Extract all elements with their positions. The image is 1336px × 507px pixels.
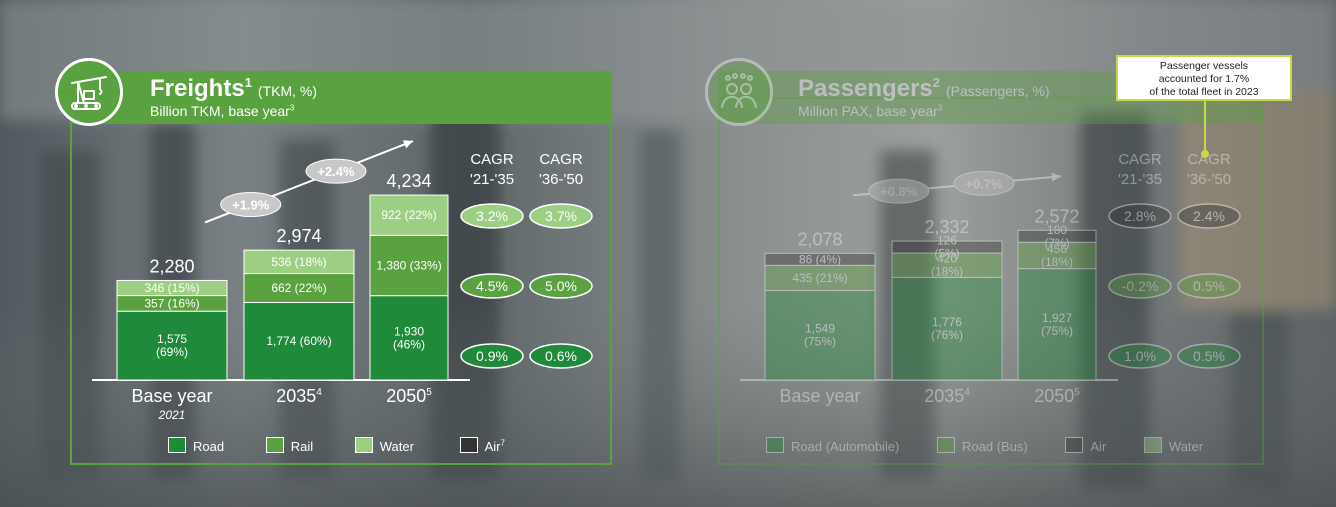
category-label-1: 20354 bbox=[924, 386, 970, 406]
bar-label-rail-1: 662 (22%) bbox=[271, 281, 326, 295]
legend-road-automobile: Road (Automobile) bbox=[766, 437, 899, 454]
growth-label-1: +0.7% bbox=[965, 176, 1003, 191]
cagr-value-water-0: 3.2% bbox=[476, 208, 508, 224]
bar-label-road-automobile-1: 1,776 bbox=[932, 315, 962, 329]
cagr-header-1-0: CAGR bbox=[539, 151, 583, 168]
bar-label-road-bus-1: (18%) bbox=[931, 265, 963, 279]
growth-label-0: +0.8% bbox=[880, 184, 918, 199]
bar-label-road-2: 1,930 bbox=[394, 324, 424, 338]
total-label-2: 2,572 bbox=[1034, 206, 1079, 226]
freight-subtitle: Billion TKM, base year3 bbox=[150, 103, 295, 119]
category-label-2: 20505 bbox=[386, 386, 432, 406]
category-label-0: Base year bbox=[131, 386, 212, 406]
category-sublabel-0: 2021 bbox=[158, 408, 186, 422]
cagr-value-road-0: 0.9% bbox=[476, 348, 508, 364]
growth-label-1: +2.4% bbox=[317, 164, 355, 179]
cagr-value-water-1: 3.7% bbox=[545, 208, 577, 224]
total-label-0: 2,078 bbox=[797, 229, 842, 249]
freight-chart: 1,575(69%) 357 (16%)346 (15%) 2,280 Base ye… bbox=[92, 140, 593, 422]
cagr-value-rail-1: 5.0% bbox=[545, 278, 577, 294]
category-label-2: 20505 bbox=[1034, 386, 1080, 406]
total-label-1: 2,332 bbox=[924, 217, 969, 237]
cagr-header-0-0: CAGR bbox=[1118, 151, 1162, 168]
bar-label-road-bus-2: (18%) bbox=[1041, 255, 1073, 269]
freight-badge bbox=[55, 58, 123, 126]
legend-air: Air bbox=[1065, 437, 1106, 454]
bar-label-road-0: 1,575 bbox=[157, 332, 187, 346]
cagr-value-air-0: 2.8% bbox=[1124, 208, 1156, 224]
legend-air: Air7 bbox=[459, 437, 505, 454]
freight-legend: Road Rail Water Air7 bbox=[168, 437, 505, 454]
cagr-value-road-bus-0: -0.2% bbox=[1122, 278, 1159, 294]
growth-arrow-head bbox=[1051, 172, 1061, 182]
bar-label-road-automobile-2: (75%) bbox=[1041, 324, 1073, 338]
cagr-header-0-1: '21-'35 bbox=[470, 171, 514, 188]
bar-label-air-0: 86 (4%) bbox=[799, 252, 841, 266]
total-label-1: 2,974 bbox=[276, 226, 321, 246]
cagr-header-1-1: '36-'50 bbox=[1187, 171, 1231, 188]
people-icon bbox=[721, 73, 757, 108]
total-label-2: 4,234 bbox=[386, 171, 431, 191]
cagr-header-1-1: '36-'50 bbox=[539, 171, 583, 188]
bar-label-water-1: 536 (18%) bbox=[271, 255, 326, 269]
bar-label-road-1: 1,774 (60%) bbox=[266, 334, 331, 348]
bar-label-air-1: (5%) bbox=[934, 247, 959, 261]
bar-label-rail-2: 1,380 (33%) bbox=[376, 259, 441, 273]
growth-label-0: +1.9% bbox=[232, 198, 270, 213]
category-label-1: 20354 bbox=[276, 386, 322, 406]
bar-label-road-automobile-0: (75%) bbox=[804, 335, 836, 349]
legend-road: Road bbox=[168, 437, 224, 454]
bar-label-water-0: 346 (15%) bbox=[144, 281, 199, 295]
freight-title: Freights1(TKM, %) bbox=[150, 75, 318, 102]
passenger-badge bbox=[705, 58, 773, 126]
cagr-value-road-1: 0.6% bbox=[545, 348, 577, 364]
cagr-value-road-automobile-1: 0.5% bbox=[1193, 348, 1225, 364]
cagr-value-road-bus-1: 0.5% bbox=[1193, 278, 1225, 294]
crane-icon bbox=[71, 76, 107, 110]
legend-rail: Rail bbox=[265, 437, 313, 454]
cagr-value-air-1: 2.4% bbox=[1193, 208, 1225, 224]
passenger-subtitle: Million PAX, base year3 bbox=[798, 103, 943, 119]
legend-road-bus: Road (Bus) bbox=[937, 437, 1028, 454]
passenger-legend: Road (Automobile) Road (Bus) Air Water bbox=[766, 437, 1203, 454]
cagr-header-0-1: '21-'35 bbox=[1118, 171, 1162, 188]
freight-header: Freights1(TKM, %) Billion TKM, base year… bbox=[70, 71, 612, 124]
passenger-chart: 1,549(75%)435 (21%)86 (4%)2,078Base year… bbox=[740, 151, 1241, 406]
bar-label-rail-0: 357 (16%) bbox=[144, 296, 199, 310]
passenger-title: Passengers2(Passengers, %) bbox=[798, 75, 1050, 102]
total-label-0: 2,280 bbox=[149, 256, 194, 276]
callout-connector bbox=[1201, 100, 1209, 158]
bar-label-road-2: (46%) bbox=[393, 337, 425, 351]
cagr-value-road-automobile-0: 1.0% bbox=[1124, 348, 1156, 364]
bar-label-air-2: (7%) bbox=[1044, 236, 1069, 250]
bar-label-road-automobile-2: 1,927 bbox=[1042, 311, 1072, 325]
cagr-header-0-0: CAGR bbox=[470, 151, 514, 168]
legend-water: Water bbox=[1143, 437, 1203, 454]
bar-label-road-automobile-0: 1,549 bbox=[805, 322, 835, 336]
bar-label-road-bus-0: 435 (21%) bbox=[792, 271, 847, 285]
bar-label-road-0: (69%) bbox=[156, 345, 188, 359]
legend-water: Water bbox=[354, 437, 414, 454]
cagr-value-rail-0: 4.5% bbox=[476, 278, 508, 294]
bar-label-water-2: 922 (22%) bbox=[381, 208, 436, 222]
passenger-vessels-callout: Passenger vessels accounted for 1.7% of … bbox=[1116, 55, 1292, 101]
bar-label-road-automobile-1: (76%) bbox=[931, 328, 963, 342]
category-label-0: Base year bbox=[779, 386, 860, 406]
